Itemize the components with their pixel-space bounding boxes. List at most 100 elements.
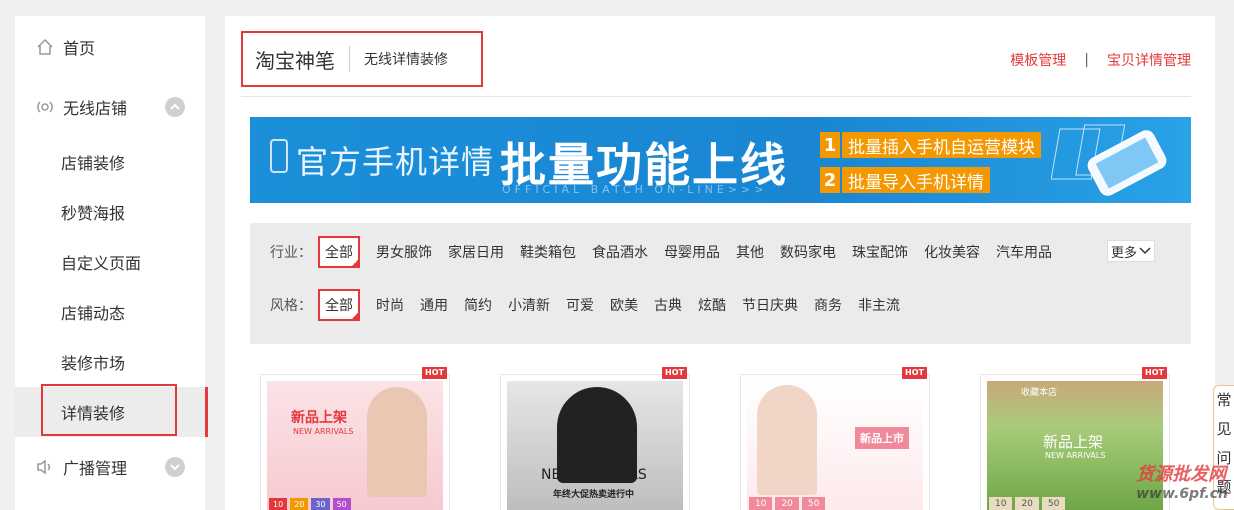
more-dropdown[interactable]: 更多 (1107, 240, 1155, 262)
sidebar-item-broadcast[interactable]: 广播管理 (15, 442, 205, 492)
sidebar-item-poster[interactable]: 秒赞海报 (15, 187, 205, 237)
filter-option[interactable]: 汽车用品 (996, 242, 1052, 262)
link-separator: | (1084, 52, 1089, 68)
filter-option[interactable]: 食品酒水 (592, 242, 648, 262)
item-detail-manage-link[interactable]: 宝贝详情管理 (1107, 50, 1191, 70)
filter-option[interactable]: 可爱 (566, 295, 594, 315)
hot-badge: HOT (662, 367, 687, 379)
hot-badge: HOT (902, 367, 927, 379)
highlight-box (41, 384, 177, 436)
home-icon (35, 37, 55, 57)
filter-option[interactable]: 非主流 (858, 295, 900, 315)
sidebar-item-label: 首页 (63, 39, 96, 58)
filter-option[interactable]: 时尚 (376, 295, 404, 315)
banner-left-text: 官方手机详情 (296, 143, 495, 181)
faq-char: 见 (1216, 420, 1232, 438)
template-manage-link[interactable]: 模板管理 (1010, 50, 1066, 70)
template-headline: 新品上市 (855, 427, 909, 449)
filter-option-selected[interactable]: 全部 (318, 289, 360, 321)
phone-illustration (1051, 124, 1167, 196)
coupon: 30 (311, 498, 330, 510)
template-top-label: 收藏本店 (1021, 388, 1058, 398)
sidebar-item-custom-page[interactable]: 自定义页面 (15, 237, 205, 287)
filter-option[interactable]: 化妆美容 (924, 242, 980, 262)
template-subtitle: NEW ARRIVALS (293, 427, 354, 436)
chevron-down-icon (1139, 247, 1151, 255)
feature-text: 批量导入手机详情 (842, 167, 990, 193)
active-indicator (205, 387, 208, 437)
filter-option[interactable]: 欧美 (610, 295, 638, 315)
main-panel: 淘宝神笔 无线详情装修 模板管理 | 宝贝详情管理 官方手机详情 批量功能上线 … (225, 16, 1215, 510)
coupon: 10 (989, 497, 1013, 510)
coupon: 50 (801, 497, 826, 510)
filter-option[interactable]: 小清新 (508, 295, 550, 315)
filter-option[interactable]: 其他 (736, 242, 764, 262)
speaker-icon (35, 457, 55, 477)
filter-option[interactable]: 古典 (654, 295, 682, 315)
watermark-domain: www.6pf.cn (1136, 486, 1228, 502)
filter-option[interactable]: 商务 (814, 295, 842, 315)
feature-number: 1 (820, 132, 840, 158)
template-card[interactable]: HOT NEW ARRIVALS 年终大促热卖进行中 (500, 367, 690, 510)
sidebar-item-label: 无线店铺 (63, 99, 128, 118)
sidebar-item-home[interactable]: 首页 (15, 22, 205, 72)
model-photo (757, 385, 817, 495)
filter-option[interactable]: 男女服饰 (376, 242, 432, 262)
coupon: 20 (290, 498, 309, 510)
sidebar-item-label: 店铺装修 (61, 154, 126, 173)
industry-filter: 行业： 全部 男女服饰 家居日用 鞋类箱包 食品酒水 母婴用品 其他 数码家电 … (270, 236, 1068, 268)
coupon: 10 (749, 497, 773, 510)
filter-panel: 行业： 全部 男女服饰 家居日用 鞋类箱包 食品酒水 母婴用品 其他 数码家电 … (250, 223, 1191, 344)
sidebar-item-label: 装修市场 (61, 354, 126, 373)
filter-option[interactable]: 鞋类箱包 (520, 242, 576, 262)
filter-option[interactable]: 家居日用 (448, 242, 504, 262)
coupon: 10 (269, 498, 288, 510)
check-corner-icon (350, 258, 360, 268)
chevron-up-icon[interactable] (165, 97, 185, 117)
phone-icon (270, 139, 288, 173)
template-thumbnail: NEW ARRIVALS 年终大促热卖进行中 (507, 381, 683, 510)
template-subtitle: 年终大促热卖进行中 (553, 490, 635, 500)
template-headline: 新品上架 (1043, 433, 1104, 451)
banner-feature-1: 1 批量插入手机自运营模块 (820, 132, 1041, 158)
watermark: 货源批发网 www.6pf.cn (1136, 460, 1228, 502)
chevron-down-icon[interactable] (165, 457, 185, 477)
filter-option[interactable]: 珠宝配饰 (852, 242, 908, 262)
filter-option[interactable]: 通用 (420, 295, 448, 315)
filter-option[interactable]: 数码家电 (780, 242, 836, 262)
filter-option[interactable]: 节日庆典 (742, 295, 798, 315)
sidebar-item-shop-news[interactable]: 店铺动态 (15, 287, 205, 337)
sidebar-item-wireless-shop[interactable]: 无线店铺 (15, 82, 205, 132)
coupon: 50 (1041, 497, 1066, 510)
highlight-box (241, 31, 483, 87)
filter-option-selected[interactable]: 全部 (318, 236, 360, 268)
promo-banner[interactable]: 官方手机详情 批量功能上线 OFFICIAL BATCH ON-LINE>>> … (250, 117, 1191, 203)
sidebar-item-label: 店铺动态 (61, 304, 126, 323)
check-corner-icon (350, 311, 360, 321)
feature-text: 批量插入手机自运营模块 (842, 132, 1041, 158)
coupon: 20 (1015, 497, 1039, 510)
watermark-text: 货源批发网 (1136, 464, 1227, 485)
template-thumbnail: 新品上架 NEW ARRIVALS 10 20 30 50 (267, 381, 443, 510)
hot-badge: HOT (422, 367, 447, 379)
template-card[interactable]: HOT 新品上架 NEW ARRIVALS 10 20 30 50 (260, 367, 450, 510)
template-thumbnail: 新品上市 10 20 50 (747, 381, 923, 510)
sidebar: 首页 无线店铺 店铺装修 秒赞海报 自定义页面 店铺动态 装修市场 详情装修 广… (15, 16, 208, 510)
coupon: 20 (775, 497, 799, 510)
divider (241, 96, 1191, 97)
top-links: 模板管理 | 宝贝详情管理 (1010, 50, 1191, 70)
filter-option[interactable]: 炫酷 (698, 295, 726, 315)
template-headline: 新品上架 (291, 410, 347, 426)
filter-label: 风格： (270, 298, 312, 314)
feature-number: 2 (820, 167, 840, 193)
filter-label: 行业： (270, 245, 312, 261)
sidebar-item-market[interactable]: 装修市场 (15, 337, 205, 387)
more-label: 更多 (1110, 245, 1137, 261)
filter-option[interactable]: 母婴用品 (664, 242, 720, 262)
template-card[interactable]: HOT 新品上市 10 20 50 (740, 367, 930, 510)
sidebar-item-label: 秒赞海报 (61, 204, 126, 223)
template-headline: NEW ARRIVALS (541, 467, 647, 483)
filter-option[interactable]: 简约 (464, 295, 492, 315)
sidebar-item-label: 广播管理 (63, 459, 128, 478)
sidebar-item-shop-decoration[interactable]: 店铺装修 (15, 137, 205, 187)
